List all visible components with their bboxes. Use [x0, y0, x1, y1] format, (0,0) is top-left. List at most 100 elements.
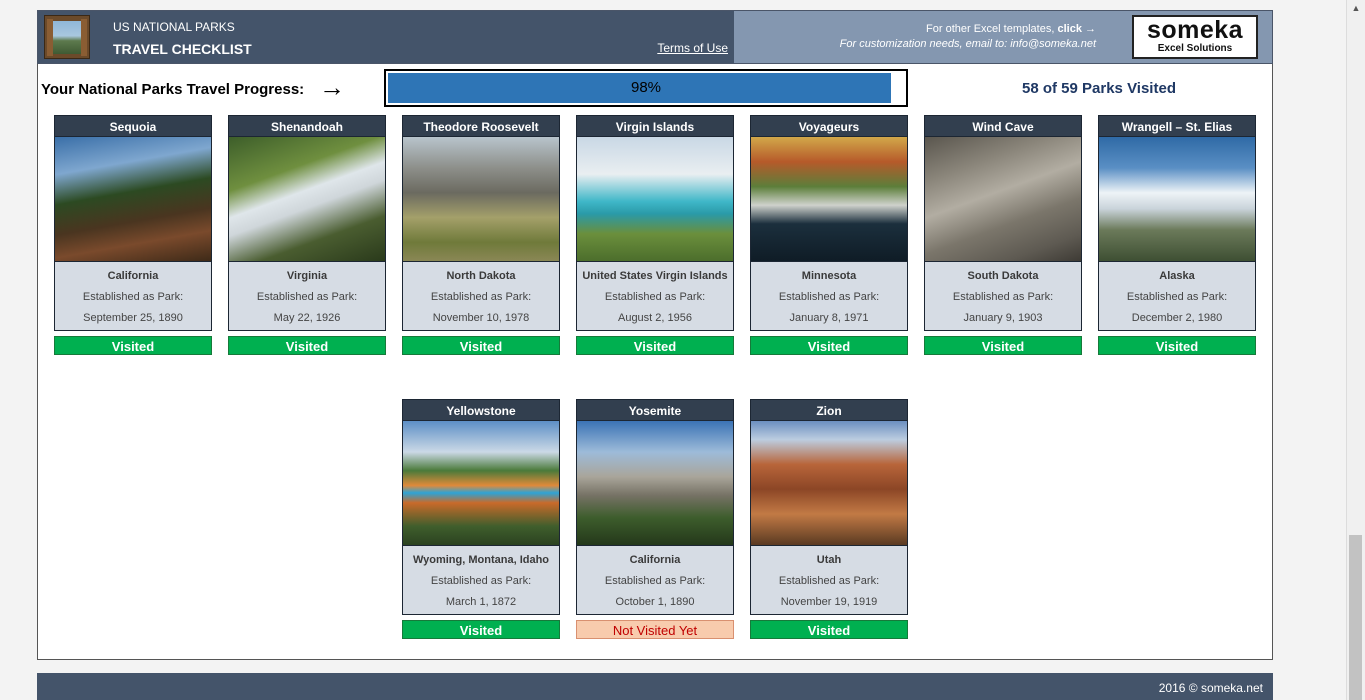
established-date: November 19, 1919 [780, 596, 878, 608]
established-date: August 2, 1956 [617, 312, 692, 324]
visited-count: 58 of 59 Parks Visited [1022, 80, 1176, 97]
park-photo [228, 137, 386, 261]
footer-bar: 2016 © someka.net [37, 673, 1273, 700]
established-label: Established as Park: [430, 291, 532, 303]
park-state: United States Virgin Islands [582, 270, 728, 282]
established-label: Established as Park: [952, 291, 1054, 303]
scroll-up-icon[interactable]: ▲ [1347, 0, 1365, 16]
visit-status-cell[interactable]: Visited [576, 336, 734, 355]
visit-status-cell[interactable]: Visited [1098, 336, 1256, 355]
park-card: Yellowstone Wyoming, Montana, Idaho Establ… [402, 399, 560, 639]
copyright: 2016 © someka.net [1158, 681, 1263, 695]
park-name: Virgin Islands [576, 115, 734, 137]
established-date: March 1, 1872 [445, 596, 517, 608]
park-photo [576, 421, 734, 545]
established-label: Established as Park: [778, 575, 880, 587]
header-left: US NATIONAL PARKS TRAVEL CHECKLIST Terms… [38, 11, 734, 63]
progress-row: Your National Parks Travel Progress: → 9… [37, 67, 1273, 111]
header-subtitle: US NATIONAL PARKS [113, 20, 235, 34]
park-state: Virginia [286, 270, 328, 282]
park-card: Zion Utah Established as Park: November 19,… [750, 399, 908, 639]
established-label: Established as Park: [256, 291, 358, 303]
visit-status-cell[interactable]: Visited [402, 336, 560, 355]
established-date: May 22, 1926 [273, 312, 341, 324]
header-right: For other Excel templates, click → For c… [734, 11, 1272, 63]
park-info: United States Virgin Islands Established … [576, 261, 734, 331]
established-date: September 25, 1890 [83, 312, 183, 324]
park-name: Voyageurs [750, 115, 908, 137]
window-logo-icon [44, 15, 90, 59]
park-photo [750, 137, 908, 261]
park-info: Minnesota Established as Park: January 8, … [750, 261, 908, 331]
park-photo [402, 137, 560, 261]
park-name: Sequoia [54, 115, 212, 137]
established-label: Established as Park: [604, 575, 706, 587]
park-photo [402, 421, 560, 545]
park-card: Sequoia California Established as Park: Sep… [54, 115, 212, 355]
park-name: Wind Cave [924, 115, 1082, 137]
established-label: Established as Park: [82, 291, 184, 303]
established-date: January 9, 1903 [963, 312, 1043, 324]
park-info: North Dakota Established as Park: November… [402, 261, 560, 331]
park-name: Zion [750, 399, 908, 421]
park-photo [750, 421, 908, 545]
established-date: December 2, 1980 [1131, 312, 1223, 324]
established-date: January 8, 1971 [789, 312, 869, 324]
progress-percent: 98% [630, 79, 662, 96]
park-state: North Dakota [446, 270, 516, 282]
park-card: Wind Cave South Dakota Established as Park… [924, 115, 1082, 355]
park-state: Alaska [1159, 270, 1195, 282]
templates-promo: For other Excel templates, click → [926, 23, 1096, 35]
park-info: Wyoming, Montana, Idaho Established as Pa… [402, 545, 560, 615]
arrow-right-icon: → [319, 72, 345, 102]
established-label: Established as Park: [604, 291, 706, 303]
park-photo [1098, 137, 1256, 261]
park-name: Theodore Roosevelt [402, 115, 560, 137]
park-info: Alaska Established as Park: December 2, 19… [1098, 261, 1256, 331]
park-card: Shenandoah Virginia Established as Park: Ma… [228, 115, 386, 355]
park-name: Wrangell – St. Elias [1098, 115, 1256, 137]
park-state: Minnesota [801, 270, 857, 282]
park-info: Utah Established as Park: November 19, 191… [750, 545, 908, 615]
established-label: Established as Park: [778, 291, 880, 303]
visit-status-cell[interactable]: Visited [54, 336, 212, 355]
visit-status-cell[interactable]: Not Visited Yet [576, 620, 734, 639]
established-label: Established as Park: [430, 575, 532, 587]
customization-text: For customization needs, email to: info@… [839, 38, 1096, 50]
scroll-thumb[interactable] [1349, 535, 1362, 700]
park-card: Theodore Roosevelt North Dakota Establishe… [402, 115, 560, 355]
park-state: South Dakota [967, 270, 1039, 282]
park-card: Virgin Islands United States Virgin Islan… [576, 115, 734, 355]
park-name: Yosemite [576, 399, 734, 421]
park-info: South Dakota Established as Park: January … [924, 261, 1082, 331]
park-name: Shenandoah [228, 115, 386, 137]
templates-click-link[interactable]: click → [1057, 23, 1096, 35]
park-info: Virginia Established as Park: May 22, 1926 [228, 261, 386, 331]
progress-bar: 98% [384, 69, 908, 107]
visit-status-cell[interactable]: Visited [924, 336, 1082, 355]
visit-status-cell[interactable]: Visited [750, 620, 908, 639]
park-card: Voyageurs Minnesota Established as Park: Ja… [750, 115, 908, 355]
terms-of-use-link[interactable]: Terms of Use [657, 41, 728, 55]
vertical-scrollbar[interactable]: ▲ [1346, 0, 1365, 700]
park-card: Wrangell – St. Elias Alaska Established as… [1098, 115, 1256, 355]
park-info: California Established as Park: September … [54, 261, 212, 331]
logo-wordmark: someka [1146, 16, 1244, 44]
park-photo [924, 137, 1082, 261]
someka-logo[interactable]: someka Excel Solutions [1132, 15, 1258, 59]
header-banner: US NATIONAL PARKS TRAVEL CHECKLIST Terms… [37, 10, 1273, 64]
park-name: Yellowstone [402, 399, 560, 421]
park-state: Wyoming, Montana, Idaho [412, 554, 550, 566]
park-state: California [107, 270, 159, 282]
visit-status-cell[interactable]: Visited [228, 336, 386, 355]
visit-status-cell[interactable]: Visited [750, 336, 908, 355]
visit-status-cell[interactable]: Visited [402, 620, 560, 639]
park-info: California Established as Park: October 1,… [576, 545, 734, 615]
park-photo [576, 137, 734, 261]
header-title: TRAVEL CHECKLIST [113, 41, 252, 57]
templates-text: For other Excel templates, [926, 23, 1058, 35]
established-label: Established as Park: [1126, 291, 1228, 303]
park-state: Utah [816, 554, 842, 566]
logo-tagline: Excel Solutions [1157, 43, 1233, 54]
park-state: California [629, 554, 681, 566]
